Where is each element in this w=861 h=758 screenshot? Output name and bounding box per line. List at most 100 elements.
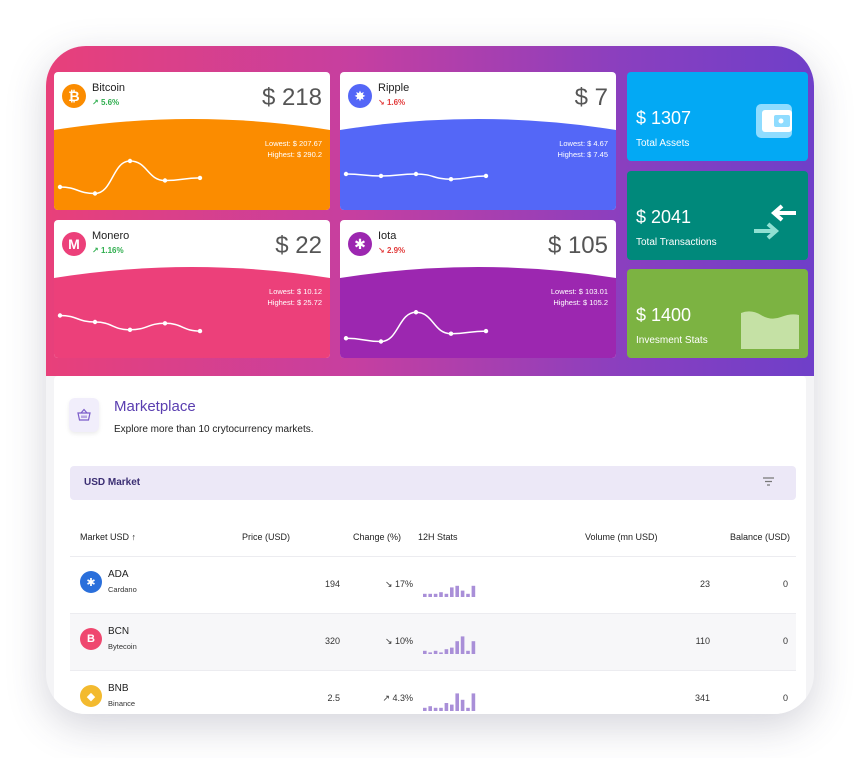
header-12h-stats[interactable]: 12H Stats xyxy=(418,532,458,542)
bitcoin-sparkline-point xyxy=(197,175,203,181)
volume-cell: 341 xyxy=(694,693,710,703)
ripple-sparkline-point xyxy=(483,173,489,179)
header-balance[interactable]: Balance (USD) xyxy=(730,532,790,542)
12h-stats-bar xyxy=(428,652,432,654)
monero-card[interactable]: M Monero ↗ 1.16% $ 22 Lowest: $ 10.12 Highest… xyxy=(54,220,330,358)
change-cell: ↘ 17% xyxy=(340,579,413,590)
marketplace-panel: Marketplace Explore more than 10 crytocu… xyxy=(54,376,806,714)
bytecoin-icon: B xyxy=(80,628,102,650)
12h-stats-bar xyxy=(455,641,459,654)
12h-stats-bar xyxy=(450,587,454,597)
filter-icon[interactable] xyxy=(763,477,774,488)
basket-icon xyxy=(69,398,99,432)
header-market[interactable]: Market USD ↑ xyxy=(80,532,136,542)
investment-stats-card[interactable]: $ 1400 Invesment Stats xyxy=(627,269,808,358)
table-row[interactable]: ✱ ADA Cardano 194 ↘ 17% 23 0 xyxy=(70,557,796,613)
token-name: Cardano xyxy=(108,585,137,594)
iota-sparkline-point xyxy=(483,328,489,334)
investment-stats-value: $ 1400 xyxy=(636,305,692,325)
12h-stats-bar xyxy=(439,707,443,711)
trend-down-icon: ↘ xyxy=(384,579,395,589)
investment-stats-label: Invesment Stats xyxy=(636,335,708,346)
12h-stats-bar xyxy=(423,650,427,654)
bitcoin-sparkline-path xyxy=(59,160,201,195)
trend-up-icon: ↗ xyxy=(382,693,393,703)
table-row[interactable]: ◆ BNB Binance 2.5 ↗ 4.3% 341 0 xyxy=(70,671,796,714)
balance-cell: 0 xyxy=(782,693,788,703)
marketplace-title: Marketplace xyxy=(114,398,196,415)
12h-stats-bar xyxy=(460,699,465,711)
iota-sparkline xyxy=(343,310,489,344)
bitcoin-sparkline-point xyxy=(57,184,63,190)
transfer-arrows-icon xyxy=(754,204,796,240)
bitcoin-card[interactable]: ₿ Bitcoin ↗ 5.6% $ 218 Lowest: $ 207.67 Highe… xyxy=(54,72,330,210)
12h-stats-bar xyxy=(444,593,449,597)
token-symbol: ADA xyxy=(108,569,129,580)
12h-stats-chart xyxy=(423,636,476,654)
monero-sparkline-point xyxy=(162,321,168,326)
token-name: Binance xyxy=(108,699,136,708)
volume-cell: 110 xyxy=(695,636,710,646)
change-value: 10% xyxy=(394,636,413,646)
bitcoin-sparkline-point xyxy=(127,158,133,164)
12h-stats-bar xyxy=(471,585,476,597)
balance-cell: 0 xyxy=(782,636,788,646)
token-symbol: BCN xyxy=(108,626,130,637)
12h-stats-bar xyxy=(423,593,427,597)
total-transactions-card[interactable]: $ 2041 Total Transactions xyxy=(627,171,808,260)
monero-sparkline-point xyxy=(197,328,203,334)
12h-stats-chart xyxy=(423,585,476,597)
change-value: 17% xyxy=(394,579,413,589)
12h-stats-chart xyxy=(423,693,476,711)
header-volume[interactable]: Volume (mn USD) xyxy=(585,532,658,542)
app-frame: ₿ Bitcoin ↗ 5.6% $ 218 Lowest: $ 207.67 Highe… xyxy=(46,46,814,714)
iota-card[interactable]: ✱ Iota ↘ 2.9% $ 105 Lowest: $ 103.01 Highest:… xyxy=(340,220,616,358)
bitcoin-sparkline-point xyxy=(92,191,98,196)
price-cell: 320 xyxy=(324,636,340,646)
12h-stats-bar xyxy=(428,593,432,597)
ripple-sparkline-point xyxy=(378,173,384,179)
iota-sparkline-point xyxy=(448,331,454,336)
change-cell: ↘ 10% xyxy=(340,636,413,647)
12h-stats-bar xyxy=(471,641,476,654)
iota-sparkline-point xyxy=(413,310,419,315)
12h-stats-bar xyxy=(433,650,438,654)
12h-stats-bar xyxy=(466,707,470,711)
marketplace-subtitle: Explore more than 10 crytocurrency marke… xyxy=(114,424,314,435)
volume-cell: 23 xyxy=(699,579,710,589)
12h-stats-bar xyxy=(460,636,465,654)
monero-sparkline xyxy=(57,313,203,334)
total-assets-card[interactable]: $ 1307 Total Assets xyxy=(627,72,808,161)
12h-stats-bar xyxy=(455,693,459,711)
header-price[interactable]: Price (USD) xyxy=(242,532,290,542)
iota-sparkline-point xyxy=(343,336,349,341)
token-name: Bytecoin xyxy=(108,642,137,651)
usd-market-label: USD Market xyxy=(84,477,141,488)
ripple-sparkline xyxy=(343,171,489,182)
table-row[interactable]: B BCN Bytecoin 320 ↘ 10% 110 0 xyxy=(70,614,796,670)
12h-stats-bar xyxy=(439,652,443,654)
header-change[interactable]: Change (%) xyxy=(353,532,401,542)
12h-stats-bar xyxy=(466,593,470,597)
12h-stats-bar xyxy=(433,707,438,711)
ripple-card[interactable]: ✸ Ripple ↘ 1.6% $ 7 Lowest: $ 4.67 Highest: $… xyxy=(340,72,616,210)
12h-stats-bar xyxy=(433,593,438,597)
wallet-icon xyxy=(756,104,792,138)
12h-stats-bar xyxy=(471,693,476,711)
total-transactions-value: $ 2041 xyxy=(636,207,692,227)
12h-stats-bar xyxy=(466,650,470,654)
total-assets-value: $ 1307 xyxy=(636,108,692,128)
usd-market-bar[interactable]: USD Market xyxy=(70,466,796,500)
ripple-sparkline-point xyxy=(413,171,419,177)
binance-icon: ◆ xyxy=(80,685,102,707)
total-transactions-label: Total Transactions xyxy=(636,237,717,248)
12h-stats-bar xyxy=(423,707,427,711)
12h-stats-bar xyxy=(444,649,449,654)
12h-stats-bar xyxy=(460,590,465,597)
balance-cell: 0 xyxy=(782,579,788,589)
area-chart-icon xyxy=(741,311,799,349)
12h-stats-bar xyxy=(450,704,454,711)
total-assets-label: Total Assets xyxy=(636,138,690,149)
12h-stats-bar xyxy=(450,647,454,654)
change-cell: ↗ 4.3% xyxy=(340,693,413,704)
